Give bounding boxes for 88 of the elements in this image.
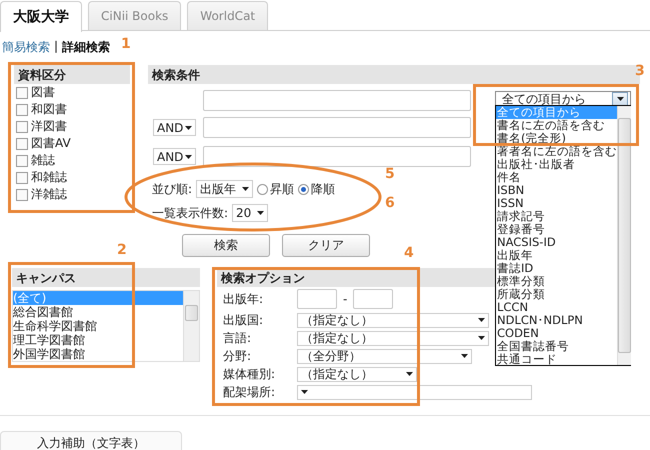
scrollbar[interactable]: [183, 291, 199, 361]
sort-label: 並び順:: [152, 180, 192, 198]
annotation-number: 6: [385, 195, 395, 211]
checkbox[interactable]: [16, 138, 28, 150]
caret-icon: [406, 372, 413, 376]
dropdown-option[interactable]: NDLCN･NDLPN: [496, 314, 617, 327]
dropdown-option[interactable]: 件名: [496, 171, 617, 184]
checkbox[interactable]: [16, 172, 28, 184]
option-select[interactable]: （指定なし）: [297, 330, 489, 346]
caret-icon: [478, 336, 485, 340]
range-dash: -: [343, 292, 348, 306]
dropdown-option[interactable]: CODEN: [496, 327, 617, 340]
option-select[interactable]: （指定なし）: [297, 366, 417, 382]
page-size-select[interactable]: 20: [232, 204, 268, 222]
list-item[interactable]: 総合図書館: [13, 305, 183, 319]
sort-select[interactable]: 出版年: [196, 180, 254, 198]
option-select[interactable]: （全分野）: [297, 348, 472, 364]
radio-button[interactable]: [257, 184, 268, 194]
caret-icon: [242, 187, 250, 191]
annotation-number: 1: [121, 36, 131, 52]
dropdown-option[interactable]: NACSIS-ID: [496, 236, 617, 249]
caret-icon: [185, 154, 192, 158]
caret-icon: [257, 211, 264, 215]
page-size-label: 一覧表示件数:: [152, 204, 228, 222]
dropdown-option[interactable]: LCCN: [496, 301, 617, 314]
search-mode-link[interactable]: 詳細検索: [62, 39, 110, 55]
dropdown-option[interactable]: 出版社･出版者: [496, 158, 617, 171]
keyword-field[interactable]: [203, 117, 471, 138]
keyword-field[interactable]: [203, 90, 471, 110]
checkbox[interactable]: [16, 188, 28, 200]
dropdown-option[interactable]: 登録番号: [496, 223, 617, 236]
option-select[interactable]: [297, 384, 532, 400]
keyword-field[interactable]: [203, 146, 471, 167]
checkbox-label: 雑誌: [31, 152, 55, 169]
dropdown-option[interactable]: 全国書誌番号: [496, 340, 617, 353]
radio-label: 昇順: [270, 180, 294, 198]
option-label: 出版国:: [223, 312, 264, 328]
separator: |: [54, 39, 58, 55]
option-select[interactable]: （指定なし）: [297, 312, 489, 328]
checkbox-label: 和雑誌: [31, 169, 67, 186]
option-label: 媒体種別:: [223, 366, 276, 382]
caret-icon: [478, 318, 485, 322]
action-button[interactable]: 検索: [182, 234, 270, 257]
dropdown-option[interactable]: 著者名に左の語を含む: [496, 145, 617, 158]
radio-button[interactable]: [298, 184, 310, 194]
option-label: 配架場所:: [223, 384, 276, 400]
search-mode-link[interactable]: 簡易検索: [2, 39, 50, 55]
panel-header: 資料区分: [14, 65, 130, 84]
option-label: 分野:: [223, 348, 252, 364]
list-item[interactable]: 理工学図書館: [13, 333, 183, 347]
action-button[interactable]: クリア: [282, 234, 370, 257]
input-assist-tab[interactable]: 入力補助（文字表）: [0, 431, 182, 450]
annotation-number: 2: [117, 242, 127, 258]
tab[interactable]: 大阪大学: [0, 1, 82, 32]
dropdown-option[interactable]: 共通コード: [496, 353, 617, 366]
caret-icon: [616, 97, 624, 101]
caret-icon: [301, 390, 308, 394]
list-item[interactable]: 外国学図書館: [13, 347, 183, 361]
option-label: 言語:: [223, 330, 252, 346]
annotation-number: 5: [385, 166, 395, 182]
checkbox[interactable]: [16, 86, 28, 98]
checkbox-label: 和図書: [31, 101, 67, 118]
checkbox-label: 図書: [31, 84, 55, 101]
panel-header: キャンパス: [12, 268, 200, 287]
radio-label: 降順: [311, 180, 336, 198]
dropdown-option[interactable]: 出版年: [496, 249, 617, 262]
dropdown-option[interactable]: 請求記号: [496, 210, 617, 223]
year-from-field[interactable]: [297, 289, 337, 309]
year-to-field[interactable]: [353, 289, 394, 309]
operator-select[interactable]: AND: [153, 119, 196, 136]
operator-select[interactable]: AND: [153, 148, 196, 165]
checkbox-label: 図書AV: [31, 135, 71, 152]
checkbox-label: 洋図書: [31, 118, 67, 135]
dropdown-option[interactable]: 書名に左の語を含む: [496, 119, 617, 132]
dropdown-option[interactable]: ISBN: [496, 184, 617, 197]
checkbox-label: 洋雑誌: [31, 186, 67, 203]
scrollbar[interactable]: [617, 106, 631, 365]
annotation-number: 4: [404, 245, 414, 261]
dropdown-option[interactable]: 所蔵分類: [496, 288, 617, 301]
checkbox[interactable]: [16, 154, 28, 166]
checkbox[interactable]: [16, 104, 28, 116]
campus-listbox[interactable]: (全て) 総合図書館 生命科学図書館 理工学図書館 外国学図書館: [12, 290, 200, 362]
checkbox[interactable]: [16, 120, 28, 132]
dropdown-option[interactable]: ISSN: [496, 197, 617, 210]
caret-icon: [185, 126, 192, 130]
option-label: 出版年:: [223, 290, 264, 308]
caret-icon: [461, 354, 468, 358]
list-item[interactable]: 生命科学図書館: [13, 319, 183, 333]
